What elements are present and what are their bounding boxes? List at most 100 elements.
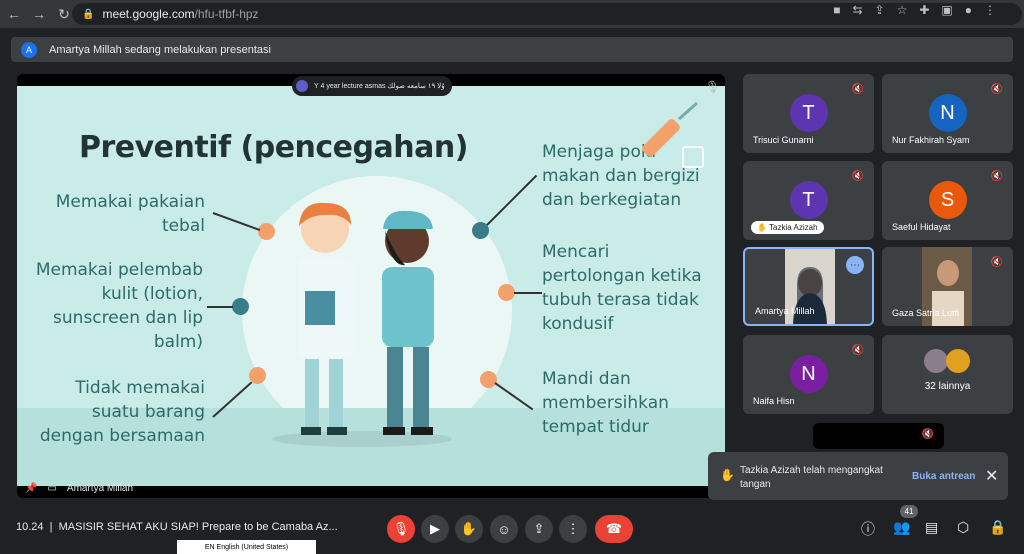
connector-line — [494, 382, 534, 411]
star-icon[interactable]: ☆ — [897, 3, 908, 17]
presentation-stage: Preventif (pencegahan) Memakai pakaian t… — [17, 74, 725, 498]
slide-left-item-3: Tidak memakai suatu barang dengan bersam… — [39, 378, 205, 446]
mic-off-icon: 🔇 — [990, 257, 1003, 268]
participant-name: Tazkia Azizah — [769, 223, 818, 232]
close-icon[interactable]: ✕ — [985, 466, 998, 486]
open-queue-link[interactable]: Buka antrean — [912, 471, 975, 482]
connector-dot — [480, 371, 497, 388]
participant-name: Saeful Hidayat — [892, 222, 951, 232]
connector-line — [514, 292, 542, 294]
meeting-controls-bar: 10.24 | MASISIR SEHAT AKU SIAP! Prepare … — [0, 506, 1024, 554]
mic-off-icon: 🔇 — [990, 84, 1003, 95]
mic-off-button[interactable]: 🎙 — [387, 515, 415, 543]
participant-tile[interactable]: 🔇 N Nur Fakhirah Syam — [882, 74, 1013, 153]
host-controls-icon[interactable]: 🔒 — [989, 519, 1006, 536]
avatar — [946, 349, 970, 373]
stage-footer: 📌 ▭ Amartya Millah — [25, 483, 133, 494]
participant-tile-active[interactable]: ⋯ Amartya Millah — [743, 247, 874, 326]
slide-right-item-2: Mencari pertolongan ketika tubuh terasa … — [542, 242, 702, 334]
camera-button[interactable]: ▶ — [421, 515, 449, 543]
participants-count-badge: 41 — [900, 505, 918, 518]
avatar — [924, 349, 948, 373]
banner-text: Amartya Millah sedang melakukan presenta… — [49, 43, 271, 56]
grid-icon — [682, 146, 704, 168]
leave-call-button[interactable]: ☎ — [595, 515, 633, 543]
chat-icon[interactable]: ▤ — [925, 519, 938, 536]
activities-icon[interactable]: ⬡ — [957, 519, 969, 536]
more-options-button[interactable]: ⋮ — [559, 515, 587, 543]
mic-off-icon: 🎙 — [705, 80, 721, 94]
participant-tile[interactable]: 🔇 T Trisuci Gunarni — [743, 74, 874, 153]
avatar: N — [789, 355, 828, 393]
presenter-avatar-icon: A — [21, 41, 37, 58]
participant-name: Naifa Hisn — [753, 396, 795, 406]
url-host: meet.google.com — [102, 7, 195, 21]
share-icon[interactable]: ⇪ — [875, 3, 885, 17]
slide: Preventif (pencegahan) Memakai pakaian t… — [17, 86, 725, 486]
raise-hand-button[interactable]: ✋ — [455, 515, 483, 543]
mic-off-icon: 🔇 — [851, 84, 864, 95]
forward-icon[interactable]: → — [28, 3, 50, 25]
meeting-title: MASISIR SEHAT AKU SIAP! Prepare to be Ca… — [58, 521, 338, 533]
presenting-banner: A Amartya Millah sedang melakukan presen… — [11, 37, 1013, 62]
meeting-info: 10.24 | MASISIR SEHAT AKU SIAP! Prepare … — [16, 521, 338, 533]
meeting-time: 10.24 — [16, 521, 44, 533]
others-tile[interactable]: 32 lainnya — [882, 335, 1013, 414]
participant-name: Nur Fakhirah Syam — [892, 135, 970, 145]
extensions-icon[interactable]: ✚ — [919, 3, 929, 17]
avatar: T — [789, 94, 828, 132]
connector-dot — [232, 298, 249, 315]
people-icon[interactable]: 👥 — [893, 519, 910, 536]
raised-hand-toast: ✋ Tazkia Azizah telah mengangkat tangan … — [708, 452, 1008, 500]
hand-icon: ✋ — [720, 468, 735, 482]
participant-tile[interactable]: 🔇 N Naifa Hisn — [743, 335, 874, 414]
more-options-icon[interactable]: ⋯ — [846, 256, 864, 274]
presenter-name: Amartya Millah — [66, 483, 134, 494]
url-path: /hfu-tfbf-hpz — [194, 7, 259, 21]
menu-icon[interactable]: ⋮ — [984, 3, 996, 17]
participant-name: Amartya Millah — [755, 306, 815, 316]
mic-off-icon: 🔇 — [921, 429, 934, 440]
avatar: S — [928, 181, 967, 219]
connector-line — [207, 306, 233, 308]
toast-text: Tazkia Azizah telah mengangkat tangan — [740, 465, 883, 490]
language-indicator: EN English (United States) — [177, 540, 316, 554]
back-icon[interactable]: ← — [3, 3, 25, 25]
participant-tile[interactable]: 🔇 Gaza Satria Lutfi — [882, 247, 1013, 326]
participant-name: Gaza Satria Lutfi — [892, 308, 960, 318]
connector-line — [212, 212, 261, 232]
raised-hand-chip: ✋ Tazkia Azizah — [751, 221, 824, 234]
slide-title: Preventif (pencegahan) — [79, 130, 468, 165]
mic-off-icon: 🔇 — [990, 171, 1003, 182]
slide-right-item-3: Mandi dan membersihkan tempat tidur — [542, 369, 669, 437]
lecture-pill-text: Y 4 year lecture asmas وُلا ١٩ سامعه صول… — [314, 83, 445, 90]
lecture-pill: Y 4 year lecture asmas وُلا ١٩ سامعه صول… — [292, 76, 452, 96]
camera-icon[interactable]: ■ — [833, 3, 840, 17]
profile-icon[interactable]: ● — [965, 3, 972, 17]
participant-tile[interactable]: 🔇 S Saeful Hidayat — [882, 161, 1013, 240]
browser-toolbar: ← → ↻ 🔒 meet.google.com /hfu-tfbf-hpz ■ … — [0, 0, 1024, 28]
present-button[interactable]: ⇪ — [525, 515, 553, 543]
translate-icon[interactable]: ⇆ — [852, 3, 862, 17]
slide-left-item-2: Memakai pelembab kulit (lotion, sunscree… — [35, 260, 203, 352]
syringe-icon — [642, 101, 698, 157]
mic-off-icon: 🔇 — [851, 345, 864, 356]
pin-icon[interactable]: 📌 — [25, 483, 37, 494]
doctors-illustration — [272, 202, 452, 447]
connector-dot — [498, 284, 515, 301]
self-view-tile[interactable]: 🔇 — [813, 423, 944, 449]
mic-off-icon: 🔇 — [851, 171, 864, 182]
participant-tile[interactable]: 🔇 T ✋ Tazkia Azizah — [743, 161, 874, 240]
others-count: 32 lainnya — [924, 381, 971, 392]
sidebar-icon[interactable]: ▣ — [941, 3, 952, 17]
emoji-button[interactable]: ☺ — [490, 515, 518, 543]
connector-line — [486, 174, 538, 226]
avatar: T — [789, 181, 828, 219]
slide-left-item-1: Memakai pakaian tebal — [55, 192, 205, 236]
present-screen-icon: ▭ — [47, 483, 57, 494]
avatar: N — [928, 94, 967, 132]
separator: | — [49, 521, 53, 533]
info-icon[interactable]: ⓘ — [861, 519, 875, 539]
participant-name: Trisuci Gunarni — [753, 135, 814, 145]
lock-icon: 🔒 — [82, 8, 95, 20]
